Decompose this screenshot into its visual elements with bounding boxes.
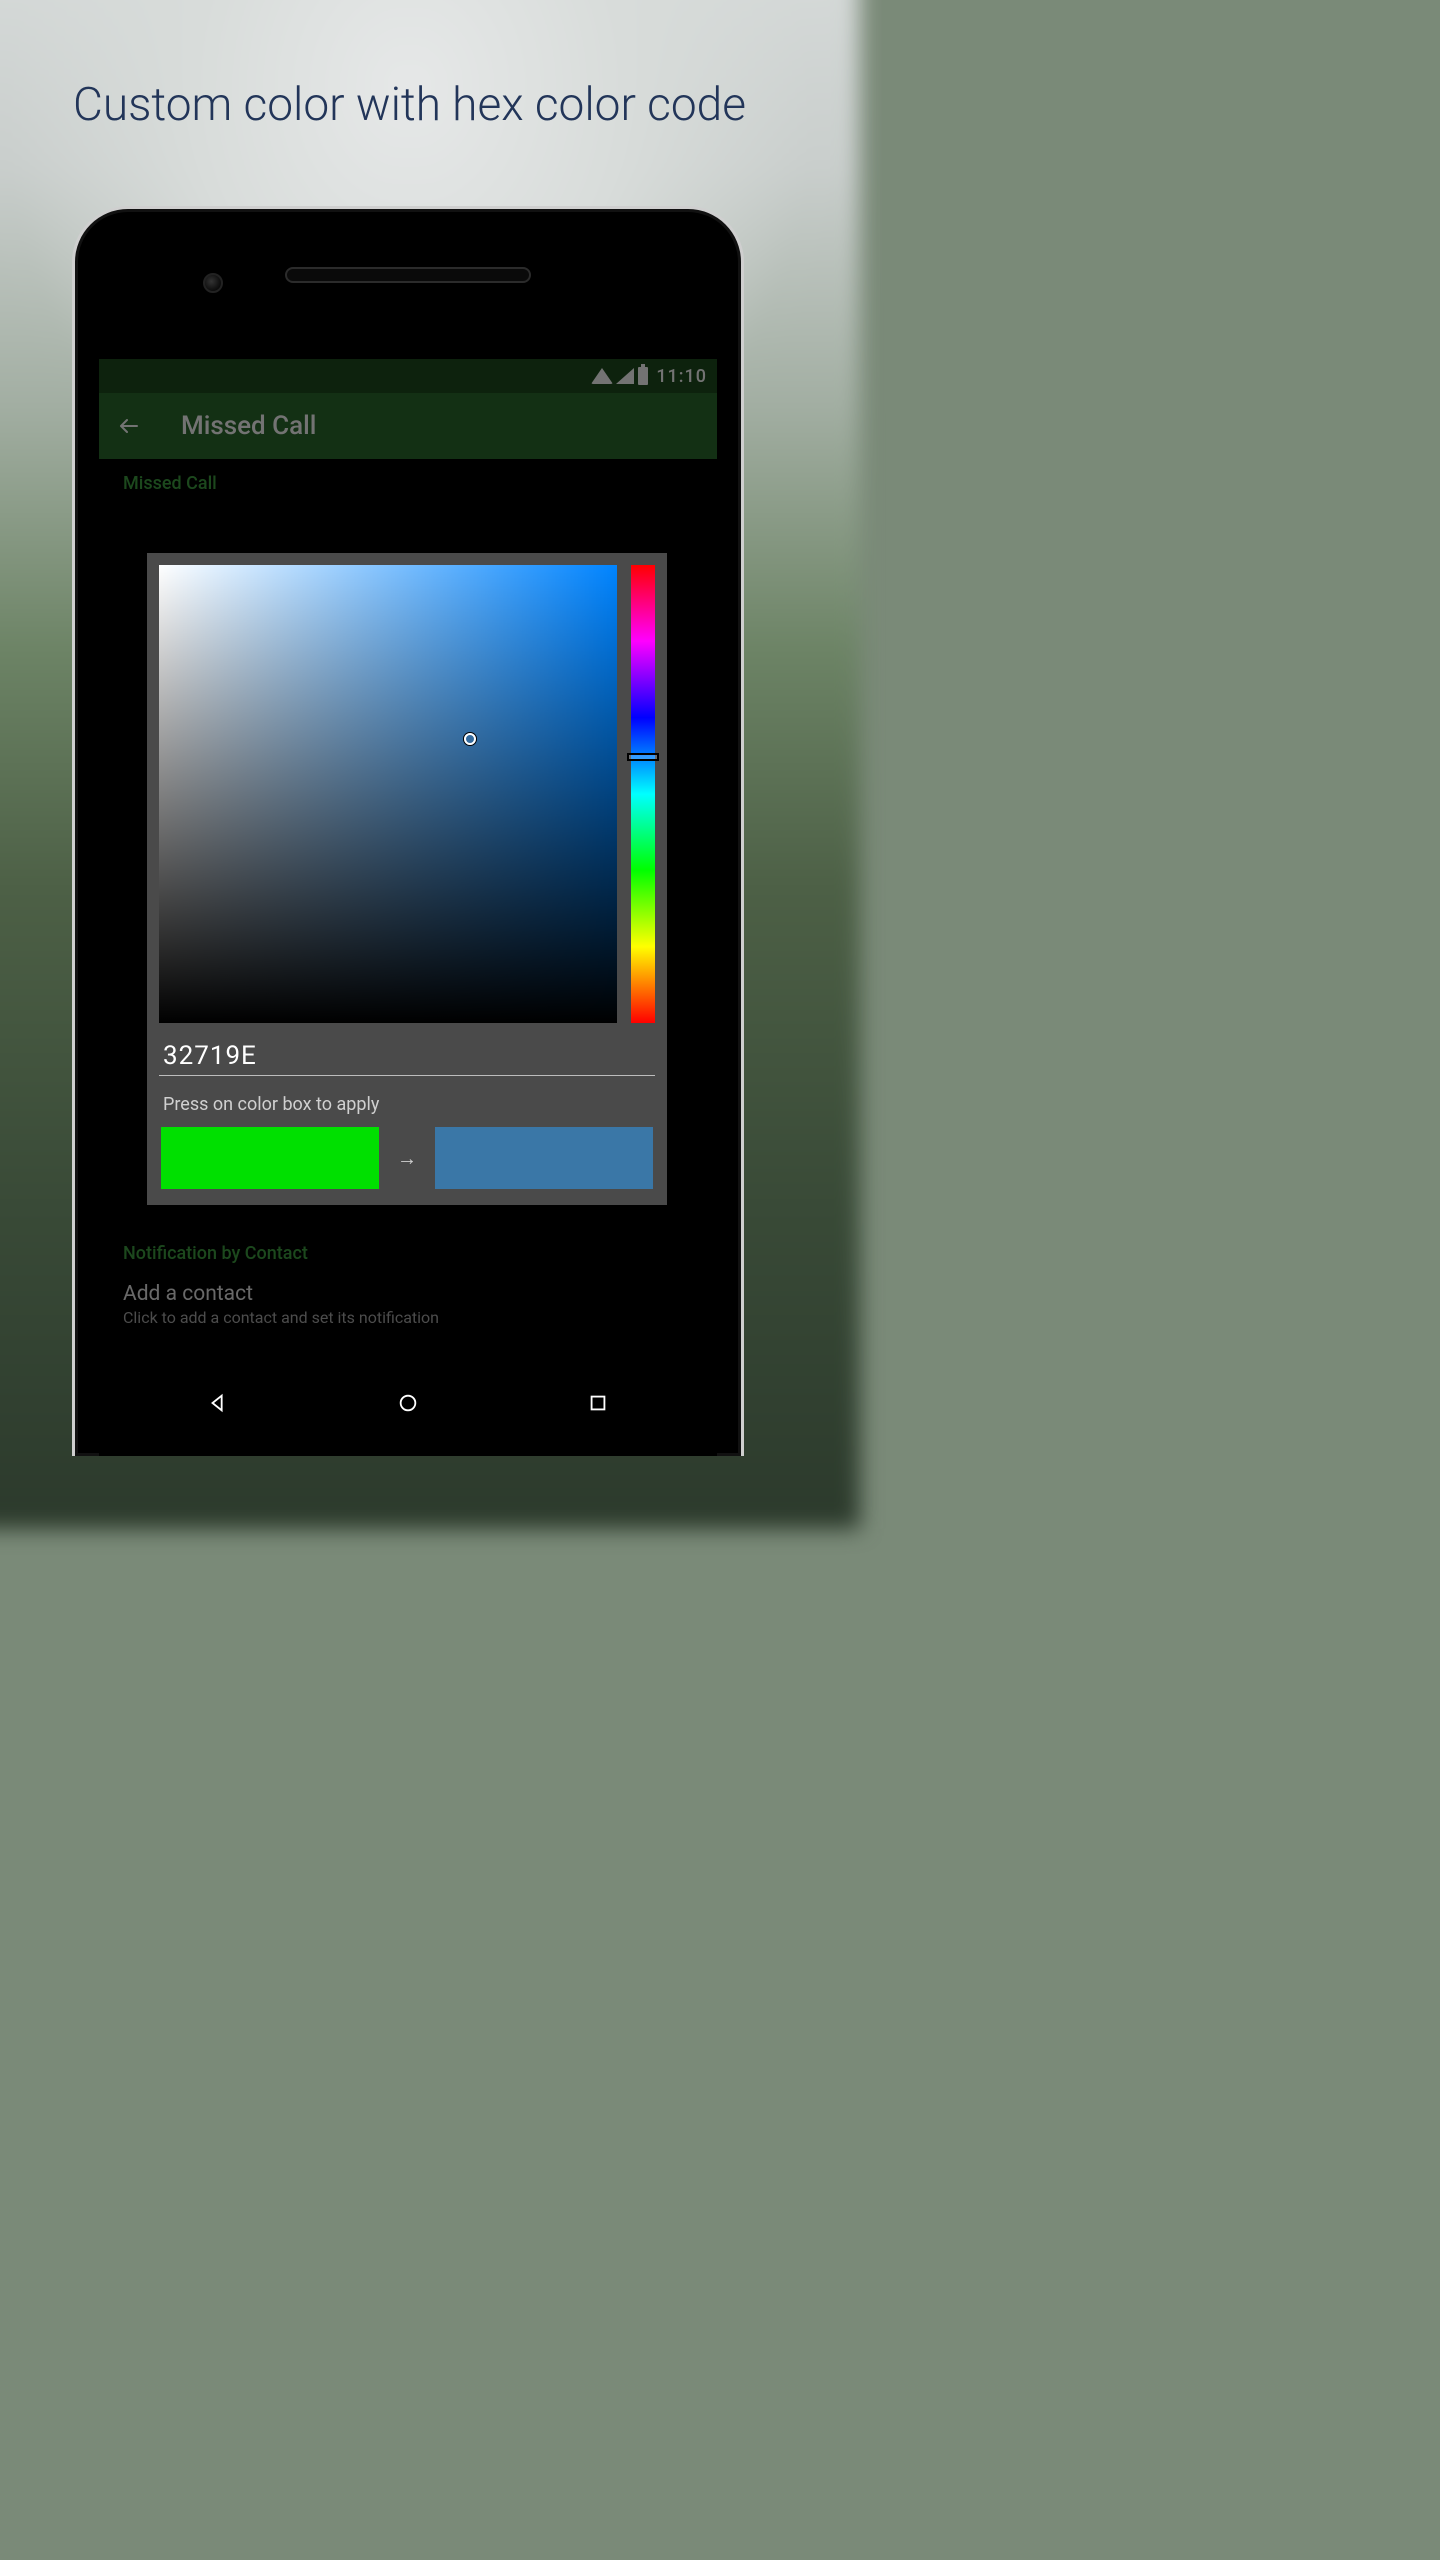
hue-slider[interactable] — [631, 565, 655, 1023]
device-speaker — [285, 267, 531, 283]
apply-hint-label: Press on color box to apply — [159, 1094, 655, 1115]
device-side-button — [743, 769, 744, 989]
device-side-button — [743, 659, 744, 739]
nav-back-icon[interactable] — [206, 1391, 230, 1415]
add-contact-item[interactable]: Add a contact Click to add a contact and… — [123, 1270, 693, 1339]
section-label-missed-call: Missed Call — [123, 459, 693, 500]
saturation-value-panel[interactable] — [159, 565, 617, 1023]
color-picker-dialog: 32719E Press on color box to apply → — [147, 553, 667, 1205]
section-label-notification-by-contact: Notification by Contact — [123, 1229, 693, 1270]
device-frame: 11:10 Missed Call Missed Call Notificati… — [72, 206, 744, 1456]
back-arrow-icon[interactable] — [117, 414, 141, 438]
device-top-bezel — [75, 209, 741, 349]
sv-cursor-icon — [464, 733, 476, 745]
appbar-title: Missed Call — [181, 411, 316, 441]
device-screen: 11:10 Missed Call Missed Call Notificati… — [99, 359, 717, 1456]
signal-icon — [616, 368, 634, 384]
add-contact-subtitle: Click to add a contact and set its notif… — [123, 1308, 693, 1327]
color-swatch-new[interactable] — [435, 1127, 653, 1189]
swatch-row: → — [159, 1127, 655, 1193]
app-bar: Missed Call — [99, 393, 717, 459]
hex-input[interactable]: 32719E — [159, 1041, 655, 1076]
settings-page: Missed Call — [99, 459, 717, 500]
android-nav-bar — [123, 1373, 693, 1433]
settings-page-lower: Notification by Contact Add a contact Cl… — [123, 1229, 693, 1339]
device-camera — [203, 273, 223, 293]
promo-headline: Custom color with hex color code — [0, 78, 819, 132]
color-swatch-current[interactable] — [161, 1127, 379, 1189]
battery-icon — [638, 367, 648, 385]
add-contact-title: Add a contact — [123, 1282, 693, 1306]
arrow-right-icon: → — [397, 1146, 417, 1171]
nav-home-icon[interactable] — [396, 1391, 420, 1415]
status-bar: 11:10 — [99, 359, 717, 393]
hex-value-text: 32719E — [163, 1041, 651, 1071]
nav-recents-icon[interactable] — [586, 1391, 610, 1415]
clock-time: 11:10 — [656, 366, 707, 387]
wifi-icon — [592, 368, 612, 384]
hue-handle-icon — [627, 753, 659, 761]
